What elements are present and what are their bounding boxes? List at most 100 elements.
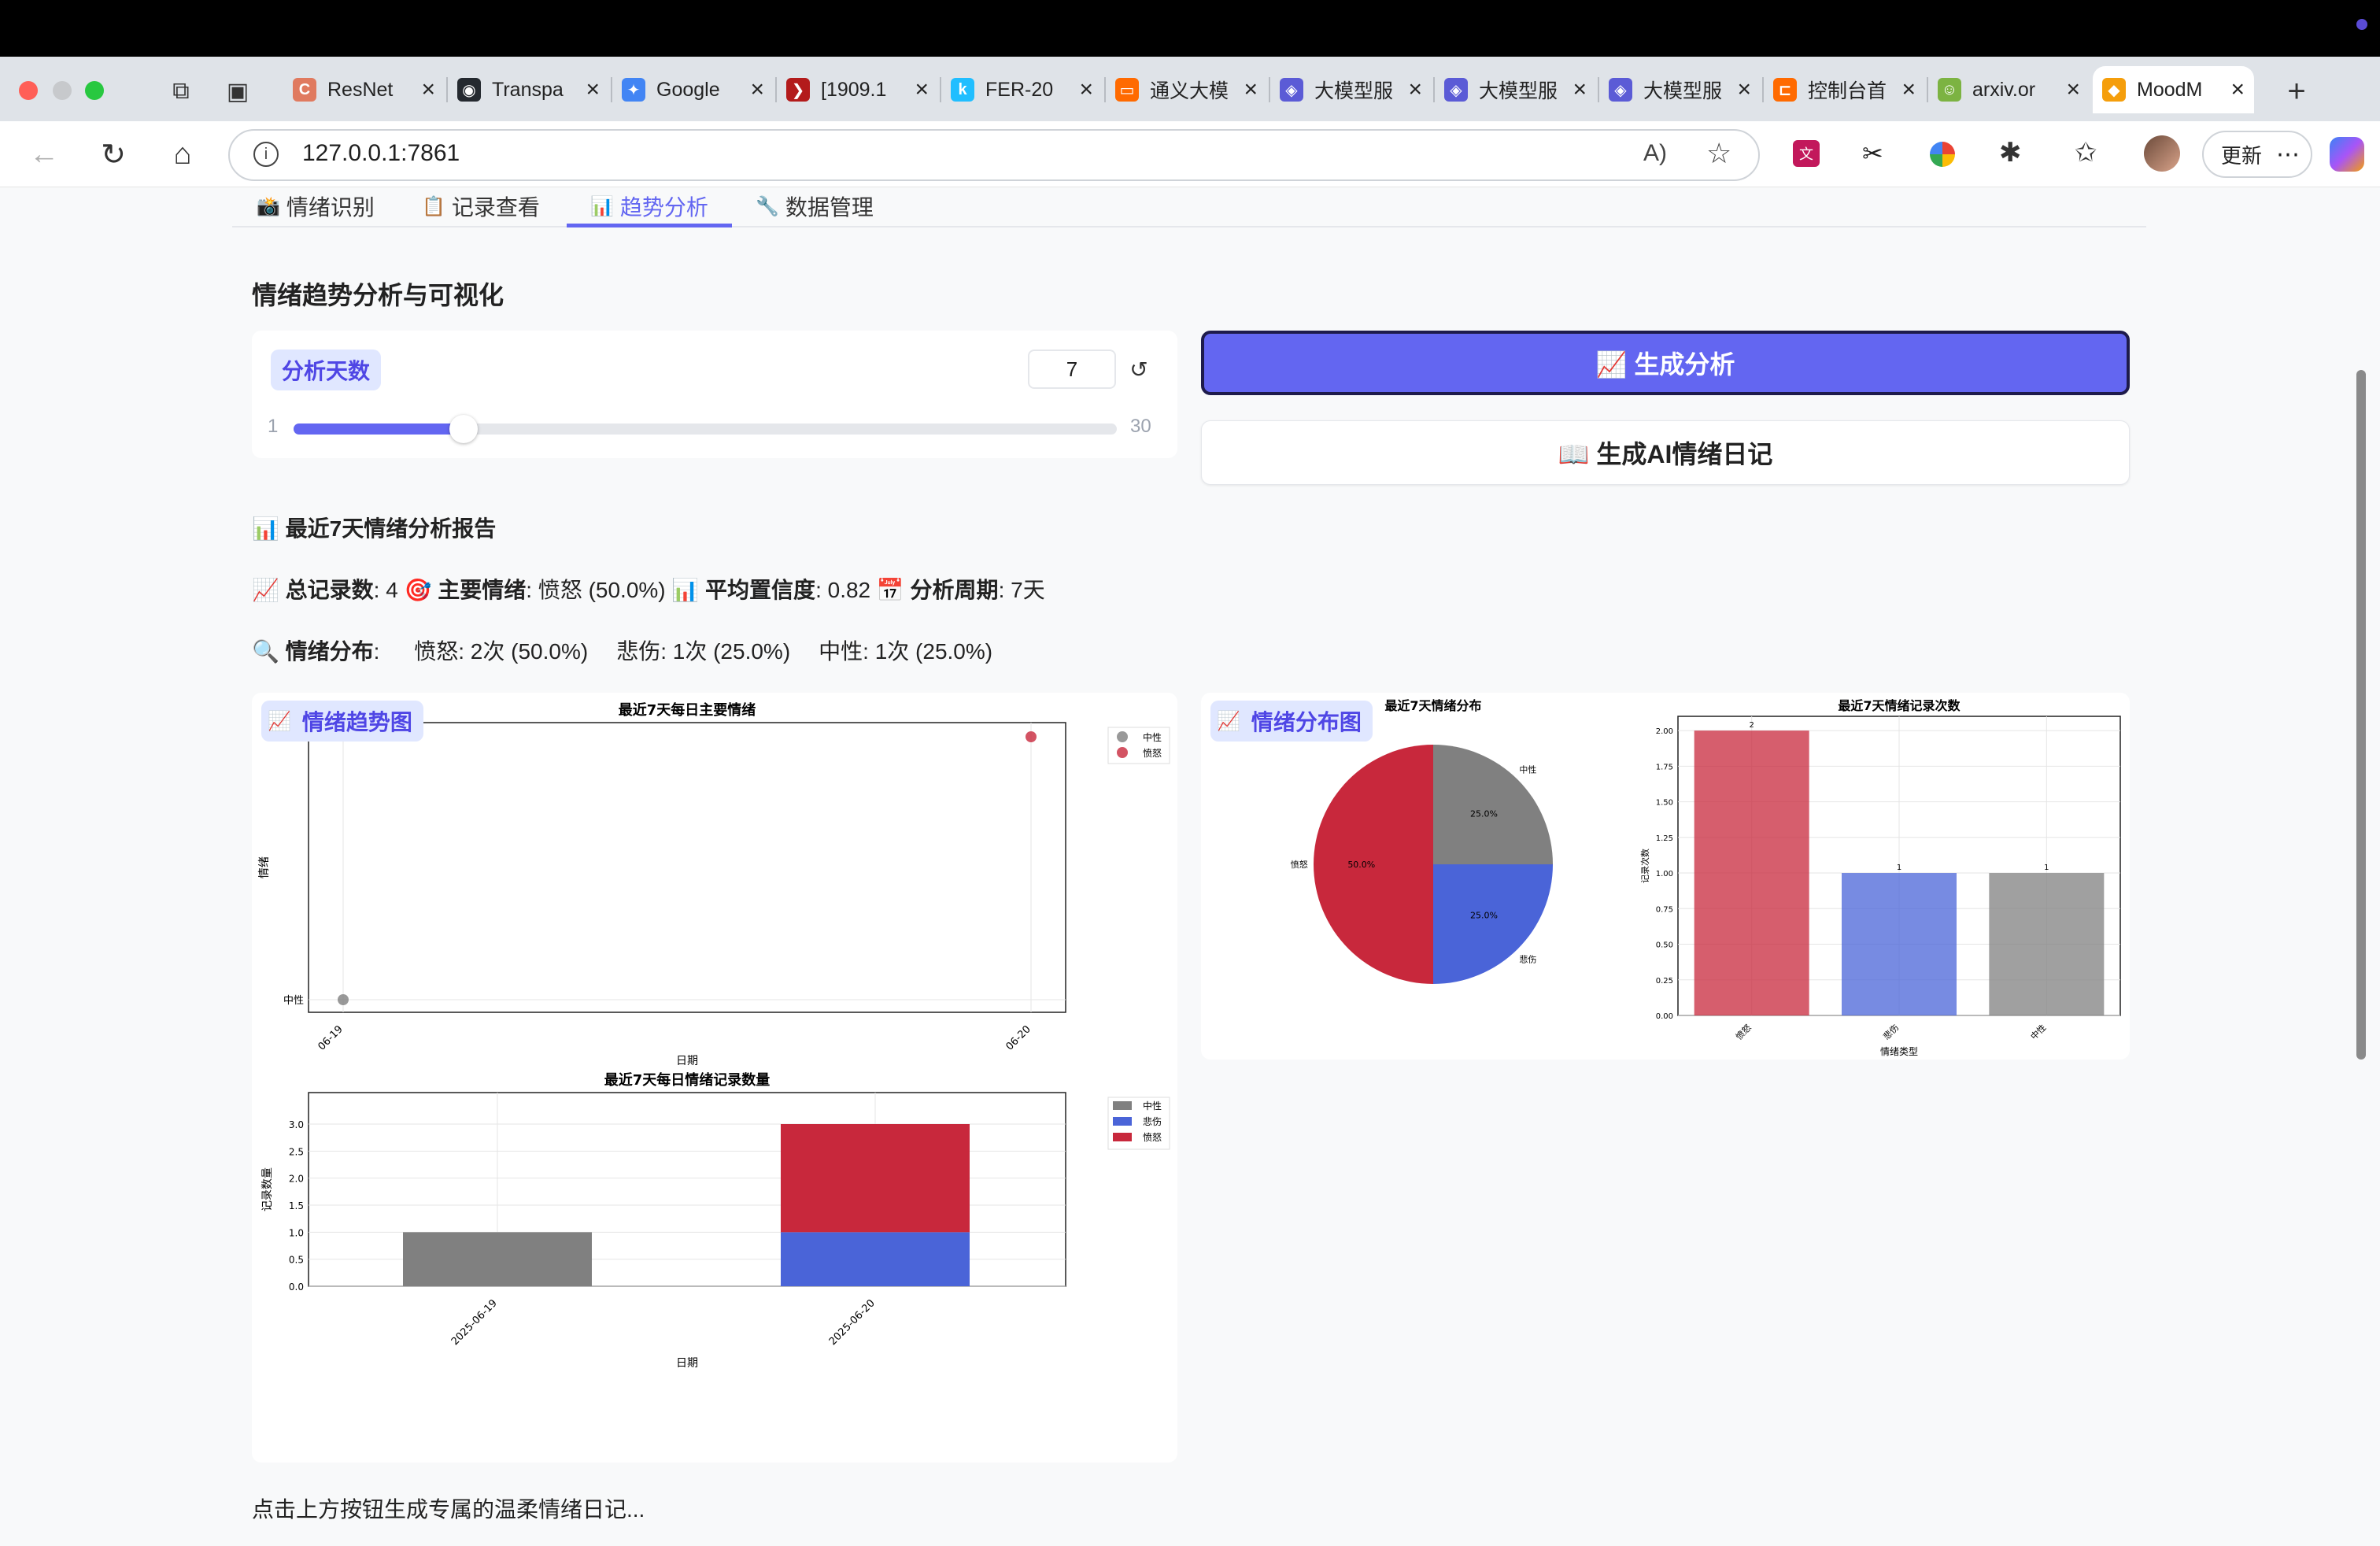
tab-favicon-icon: C (293, 78, 316, 102)
tab-title: 大模型服 (1314, 80, 1394, 102)
tab-favicon-icon: ✦ (622, 78, 645, 102)
tab-favicon-icon: ◆ (2102, 78, 2126, 102)
back-icon[interactable]: ← (22, 132, 66, 176)
favorite-star-icon[interactable]: ☆ (1706, 137, 1731, 170)
stacked-bar-segment (781, 1124, 970, 1233)
slider-max-label: 30 (1130, 416, 1151, 437)
x-tick-label: 06-20 (1004, 1023, 1033, 1052)
tab-close-icon[interactable]: × (1079, 76, 1093, 103)
nav-tab-icon: 📋 (422, 195, 445, 217)
extensions-puzzle-icon[interactable]: ✱ (1999, 137, 2022, 168)
tab-close-icon[interactable]: × (586, 76, 600, 103)
tab-close-icon[interactable]: × (750, 76, 764, 103)
y-tick-label: 0.75 (1656, 905, 1673, 914)
legend-marker (1117, 731, 1128, 742)
stacked-bar-segment (403, 1232, 592, 1286)
tab-title: arxiv.or (1972, 78, 2036, 101)
browser-tab[interactable]: ◈ 大模型服 × (1435, 66, 1596, 113)
tab-title: 大模型服 (1643, 80, 1723, 102)
update-button[interactable]: 更新 ⋯ (2202, 131, 2312, 178)
tab-close-icon[interactable]: × (1572, 76, 1587, 103)
tab-title: [1909.1 (821, 78, 887, 101)
tab-close-icon[interactable]: × (915, 76, 929, 103)
report-item-value: : 愤怒 (50.0%) (526, 578, 672, 602)
browser-tab[interactable]: ◈ 大模型服 × (1270, 66, 1432, 113)
x-tick-label: 中性 (2028, 1022, 2048, 1041)
tab-close-icon[interactable]: × (1737, 76, 1751, 103)
y-tick-label: 0.5 (289, 1255, 304, 1266)
chart-title: 最近7天情绪记录次数 (1838, 698, 1961, 713)
favorites-icon[interactable]: ✩ (2075, 137, 2097, 168)
tab-favicon-icon: ⊏ (1773, 78, 1797, 102)
distribution-plot-label: 📈 情绪分布图 (1210, 701, 1373, 742)
nav-tab[interactable]: 📋 记录查看 (422, 187, 540, 225)
y-axis-label: 情绪 (258, 856, 271, 878)
home-icon[interactable]: ⌂ (161, 132, 205, 176)
data-point (1026, 731, 1037, 742)
x-axis-label: 日期 (676, 1055, 698, 1067)
x-axis-label: 情绪类型 (1880, 1046, 1918, 1057)
site-info-icon[interactable]: i (253, 142, 279, 167)
zoom-window-button[interactable] (85, 81, 104, 100)
slider-min-label: 1 (268, 416, 279, 437)
generate-analysis-button[interactable]: 📈 生成分析 (1201, 331, 2130, 395)
tab-title: ResNet (327, 78, 394, 101)
nav-tab-icon: 📊 (590, 195, 614, 217)
tab-favicon-icon: ☺ (1938, 78, 1961, 102)
browser-tab[interactable]: ❯ [1909.1 × (777, 66, 938, 113)
nav-tab[interactable]: 🔧 数据管理 (756, 187, 874, 225)
pie-slice (1433, 745, 1553, 864)
browser-tab[interactable]: ◉ Transpa × (448, 66, 609, 113)
reset-icon[interactable]: ↺ (1119, 350, 1159, 389)
profile-avatar[interactable] (2144, 135, 2180, 172)
scrollbar-thumb[interactable] (2356, 370, 2366, 1060)
url-text[interactable]: 127.0.0.1:7861 (302, 140, 460, 167)
tab-close-icon[interactable]: × (421, 76, 435, 103)
tab-close-icon[interactable]: × (2230, 76, 2245, 103)
chart-title: 最近7天每日主要情绪 (619, 701, 756, 719)
y-tick-label: 3.0 (289, 1119, 304, 1130)
tab-close-icon[interactable]: × (1244, 76, 1258, 103)
browser-tab[interactable]: ✦ Google × (612, 66, 774, 113)
tab-close-icon[interactable]: × (1408, 76, 1422, 103)
tab-favicon-icon: ◈ (1280, 78, 1303, 102)
generate-diary-button[interactable]: 📖 生成AI情绪日记 (1201, 420, 2130, 485)
browser-tab[interactable]: ▭ 通义大模 × (1106, 66, 1267, 113)
nav-tab[interactable]: 📊 趋势分析 (590, 187, 708, 225)
bar (1694, 730, 1809, 1015)
read-aloud-icon[interactable]: A) (1643, 140, 1667, 167)
tab-close-icon[interactable]: × (1901, 76, 1916, 103)
tab-close-icon[interactable]: × (2066, 76, 2080, 103)
report-item-value: : 4 (373, 578, 405, 602)
report-summary: 📈 总记录数: 4 🎯 主要情绪: 愤怒 (50.0%) 📊 平均置信度: 0.… (252, 573, 1045, 605)
nav-tab[interactable]: 📸 情绪识别 (257, 187, 375, 225)
close-window-button[interactable] (19, 81, 38, 100)
diary-placeholder-text: 点击上方按钮生成专属的温柔情绪日记... (252, 1497, 645, 1522)
report-item-key: 总记录数 (279, 578, 374, 602)
vertical-tabs-icon[interactable]: ▣ (224, 77, 252, 105)
nav-tab-label: 情绪识别 (286, 195, 375, 220)
browser-tab[interactable]: C ResNet × (283, 66, 445, 113)
browser-tab[interactable]: ◈ 大模型服 × (1599, 66, 1761, 113)
days-number-input[interactable]: 7 (1028, 350, 1116, 389)
y-tick-label: 1.0 (289, 1227, 304, 1238)
screenshot-extension-icon[interactable]: ✂ (1862, 139, 1883, 168)
tab-actions-icon[interactable]: ⧉ (167, 77, 195, 105)
new-tab-button[interactable]: + (2275, 69, 2319, 113)
legend-marker (1113, 1101, 1132, 1110)
copilot-icon[interactable] (2330, 137, 2364, 172)
browser-tab[interactable]: k FER-20 × (941, 66, 1103, 113)
chrome-extension-icon[interactable] (1930, 142, 1955, 167)
pie-category-label: 悲伤 (1519, 953, 1536, 964)
y-tick-label: 1.5 (289, 1200, 304, 1211)
more-menu-icon[interactable]: ⋯ (2276, 141, 2300, 168)
browser-tab[interactable]: ☺ arxiv.or × (1928, 66, 2090, 113)
minimize-window-button[interactable] (53, 81, 72, 100)
y-tick-label: 0.25 (1656, 977, 1673, 986)
legend-marker (1113, 1117, 1132, 1126)
browser-tab[interactable]: ⊏ 控制台首 × (1764, 66, 1925, 113)
reload-icon[interactable]: ↻ (91, 132, 135, 176)
translate-extension-icon[interactable]: 文 (1793, 140, 1820, 167)
y-tick-label: 1.75 (1656, 763, 1673, 771)
browser-tab[interactable]: ◆ MoodM × (2093, 66, 2254, 113)
